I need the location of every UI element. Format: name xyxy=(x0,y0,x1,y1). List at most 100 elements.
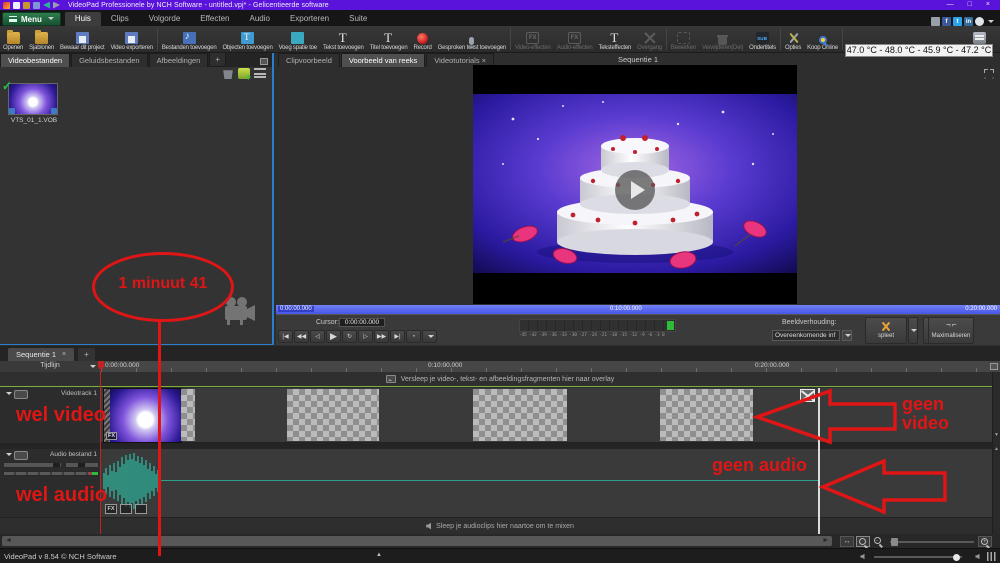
fit-timeline-button[interactable]: ↔ xyxy=(840,536,854,547)
aspect-ratio-select[interactable]: Overeenkomende inf xyxy=(772,330,840,341)
open-project-icon[interactable] xyxy=(23,2,30,9)
play-button[interactable]: ▶ xyxy=(326,330,341,343)
add-sequence-button[interactable]: + xyxy=(78,348,95,361)
video-clip[interactable]: FX xyxy=(103,388,182,443)
overlay-drop-zone[interactable]: Versleep je video-, tekst- en afbeelding… xyxy=(0,372,1000,387)
close-button[interactable]: × xyxy=(986,0,990,10)
tab-afbeeldingen[interactable]: Afbeeldingen xyxy=(149,53,209,67)
split-options-button[interactable] xyxy=(908,317,918,344)
fullscreen-icon[interactable] xyxy=(984,69,994,79)
system-volume-slider[interactable] xyxy=(874,556,962,558)
horizontal-scrollbar[interactable]: ◄ ► xyxy=(2,536,832,546)
audio-cd-badge[interactable] xyxy=(135,504,147,514)
timeline-mode-select[interactable]: Tijdlijn xyxy=(0,361,101,372)
menu-tab-clips[interactable]: Clips xyxy=(101,12,139,26)
monitor-icon[interactable] xyxy=(14,390,28,399)
pan-slider[interactable] xyxy=(65,462,99,468)
preview-scrub-bar[interactable]: 0:00:00.000 0:10:00.000 0:20:00.000 xyxy=(276,305,1000,314)
transparent-video-segment[interactable] xyxy=(473,389,567,441)
pan-slider-knob[interactable] xyxy=(78,463,85,467)
jump-to-start-button[interactable]: |◀ xyxy=(278,330,293,343)
collapse-track-icon[interactable] xyxy=(6,392,12,398)
video-track-content[interactable]: FX xyxy=(101,388,1000,443)
objecten-toevoegen-button[interactable]: Objecten toevoegen xyxy=(219,26,275,52)
mixer-icon[interactable] xyxy=(987,552,996,561)
speaker-icon[interactable] xyxy=(14,451,28,460)
scroll-left-icon[interactable]: ◄ xyxy=(5,536,12,545)
add-tab-button[interactable]: + xyxy=(209,52,226,67)
playhead-line[interactable] xyxy=(100,371,101,534)
cursor-time-field[interactable]: 0:00:00.000 xyxy=(339,318,385,327)
menu-tab-huis[interactable]: Huis xyxy=(65,12,101,26)
volume-knob[interactable] xyxy=(953,554,960,561)
timeline-vertical-scrollbar[interactable]: ▼ ▲ xyxy=(992,372,1000,534)
scroll-right-icon[interactable]: ► xyxy=(822,536,829,545)
titel-toevoegen-button[interactable]: Titel toevoegen xyxy=(367,26,411,52)
maximize-preview-button[interactable]: Maximaliseren xyxy=(928,317,974,344)
new-project-icon[interactable] xyxy=(13,2,20,9)
gesproken-tekst-button[interactable]: Gesproken tekst toevoegen xyxy=(435,26,509,52)
web-icon[interactable] xyxy=(975,17,984,26)
zoom-selection-button[interactable] xyxy=(856,536,870,547)
timeline-zoom-slider[interactable] xyxy=(890,541,974,543)
step-forward-button[interactable]: ▷ xyxy=(358,330,373,343)
sjablonen-button[interactable]: Sjablonen xyxy=(26,26,57,52)
save-project-icon[interactable] xyxy=(33,2,40,9)
timeline-ruler[interactable]: Tijdlijn 0:00:00.000 0:10:00.000 0:20:00… xyxy=(0,361,1000,372)
zoom-out-button[interactable]: - xyxy=(872,536,886,547)
audio-fx-badge[interactable]: FX xyxy=(105,504,117,514)
redo-icon[interactable] xyxy=(53,2,60,9)
play-button-overlay[interactable] xyxy=(615,170,655,210)
jump-to-end-button[interactable]: ▶| xyxy=(390,330,405,343)
maximize-button[interactable]: □ xyxy=(968,0,972,10)
menu-tab-audio[interactable]: Audio xyxy=(240,12,280,26)
video-track-header[interactable]: Videotrack 1 xyxy=(0,388,101,443)
transparent-video-segment[interactable] xyxy=(660,389,753,441)
opties-button[interactable]: Opties xyxy=(782,26,804,52)
facebook-icon[interactable]: f xyxy=(942,17,951,26)
bestanden-toevoegen-button[interactable]: Bestanden toevoegen xyxy=(159,26,220,52)
popout-panel-icon[interactable] xyxy=(260,58,268,65)
menu-tab-suite[interactable]: Suite xyxy=(339,12,377,26)
delete-file-icon[interactable] xyxy=(222,68,234,79)
scroll-down-icon[interactable]: ▼ xyxy=(994,432,999,438)
list-view-icon[interactable] xyxy=(254,68,266,78)
audio-mute-badge[interactable] xyxy=(120,504,132,514)
transparent-video-segment[interactable] xyxy=(287,389,379,441)
scroll-up-icon[interactable]: ▲ xyxy=(994,446,999,452)
tab-geluidsbestanden[interactable]: Geluidsbestanden xyxy=(71,53,147,67)
undo-icon[interactable] xyxy=(43,2,50,9)
zoom-slider-knob[interactable] xyxy=(891,538,898,546)
menu-tab-exporteren[interactable]: Exporteren xyxy=(280,12,339,26)
menu-button[interactable]: Menu xyxy=(2,12,61,26)
popout-timeline-icon[interactable] xyxy=(990,363,998,370)
tab-videobestanden[interactable]: Videobestanden xyxy=(0,53,70,67)
like-icon[interactable] xyxy=(931,17,940,26)
ondertitels-button[interactable]: Ondertitels xyxy=(746,26,779,52)
teksteffecten-button[interactable]: Teksteffecten xyxy=(596,26,635,52)
linkedin-icon[interactable]: in xyxy=(964,17,973,26)
step-back-button[interactable]: ◁ xyxy=(310,330,325,343)
add-files-folder-icon[interactable] xyxy=(238,68,250,79)
video-exporteren-button[interactable]: Video exporteren xyxy=(107,26,155,52)
zoom-in-button[interactable]: + xyxy=(978,536,992,547)
expand-panel-icon[interactable]: ▲ xyxy=(376,552,382,558)
video-preview-stage[interactable] xyxy=(473,65,797,304)
koop-online-button[interactable]: Koop Online xyxy=(804,26,841,52)
record-button[interactable]: Record xyxy=(410,26,434,52)
tekst-toevoegen-button[interactable]: Tekst toevoegen xyxy=(320,26,367,52)
volume-slider-knob[interactable] xyxy=(53,463,60,467)
twitter-icon[interactable]: t xyxy=(953,17,962,26)
split-button[interactable]: spleet xyxy=(865,317,907,344)
minimize-button[interactable]: — xyxy=(947,0,954,10)
transparent-video-segment[interactable] xyxy=(181,389,195,441)
speaker-icon[interactable] xyxy=(976,554,980,560)
chevron-down-icon[interactable] xyxy=(988,20,994,26)
openen-button[interactable]: Openen xyxy=(0,26,26,52)
playback-timer-button[interactable]: ◔ xyxy=(406,330,421,343)
collapse-track-icon[interactable] xyxy=(6,453,12,459)
clip-fx-badge[interactable]: FX xyxy=(106,432,117,440)
menu-tab-effecten[interactable]: Effecten xyxy=(190,12,239,26)
volume-slider[interactable] xyxy=(3,462,62,468)
sequence-tab[interactable]: Sequentie 1 × xyxy=(8,348,74,361)
